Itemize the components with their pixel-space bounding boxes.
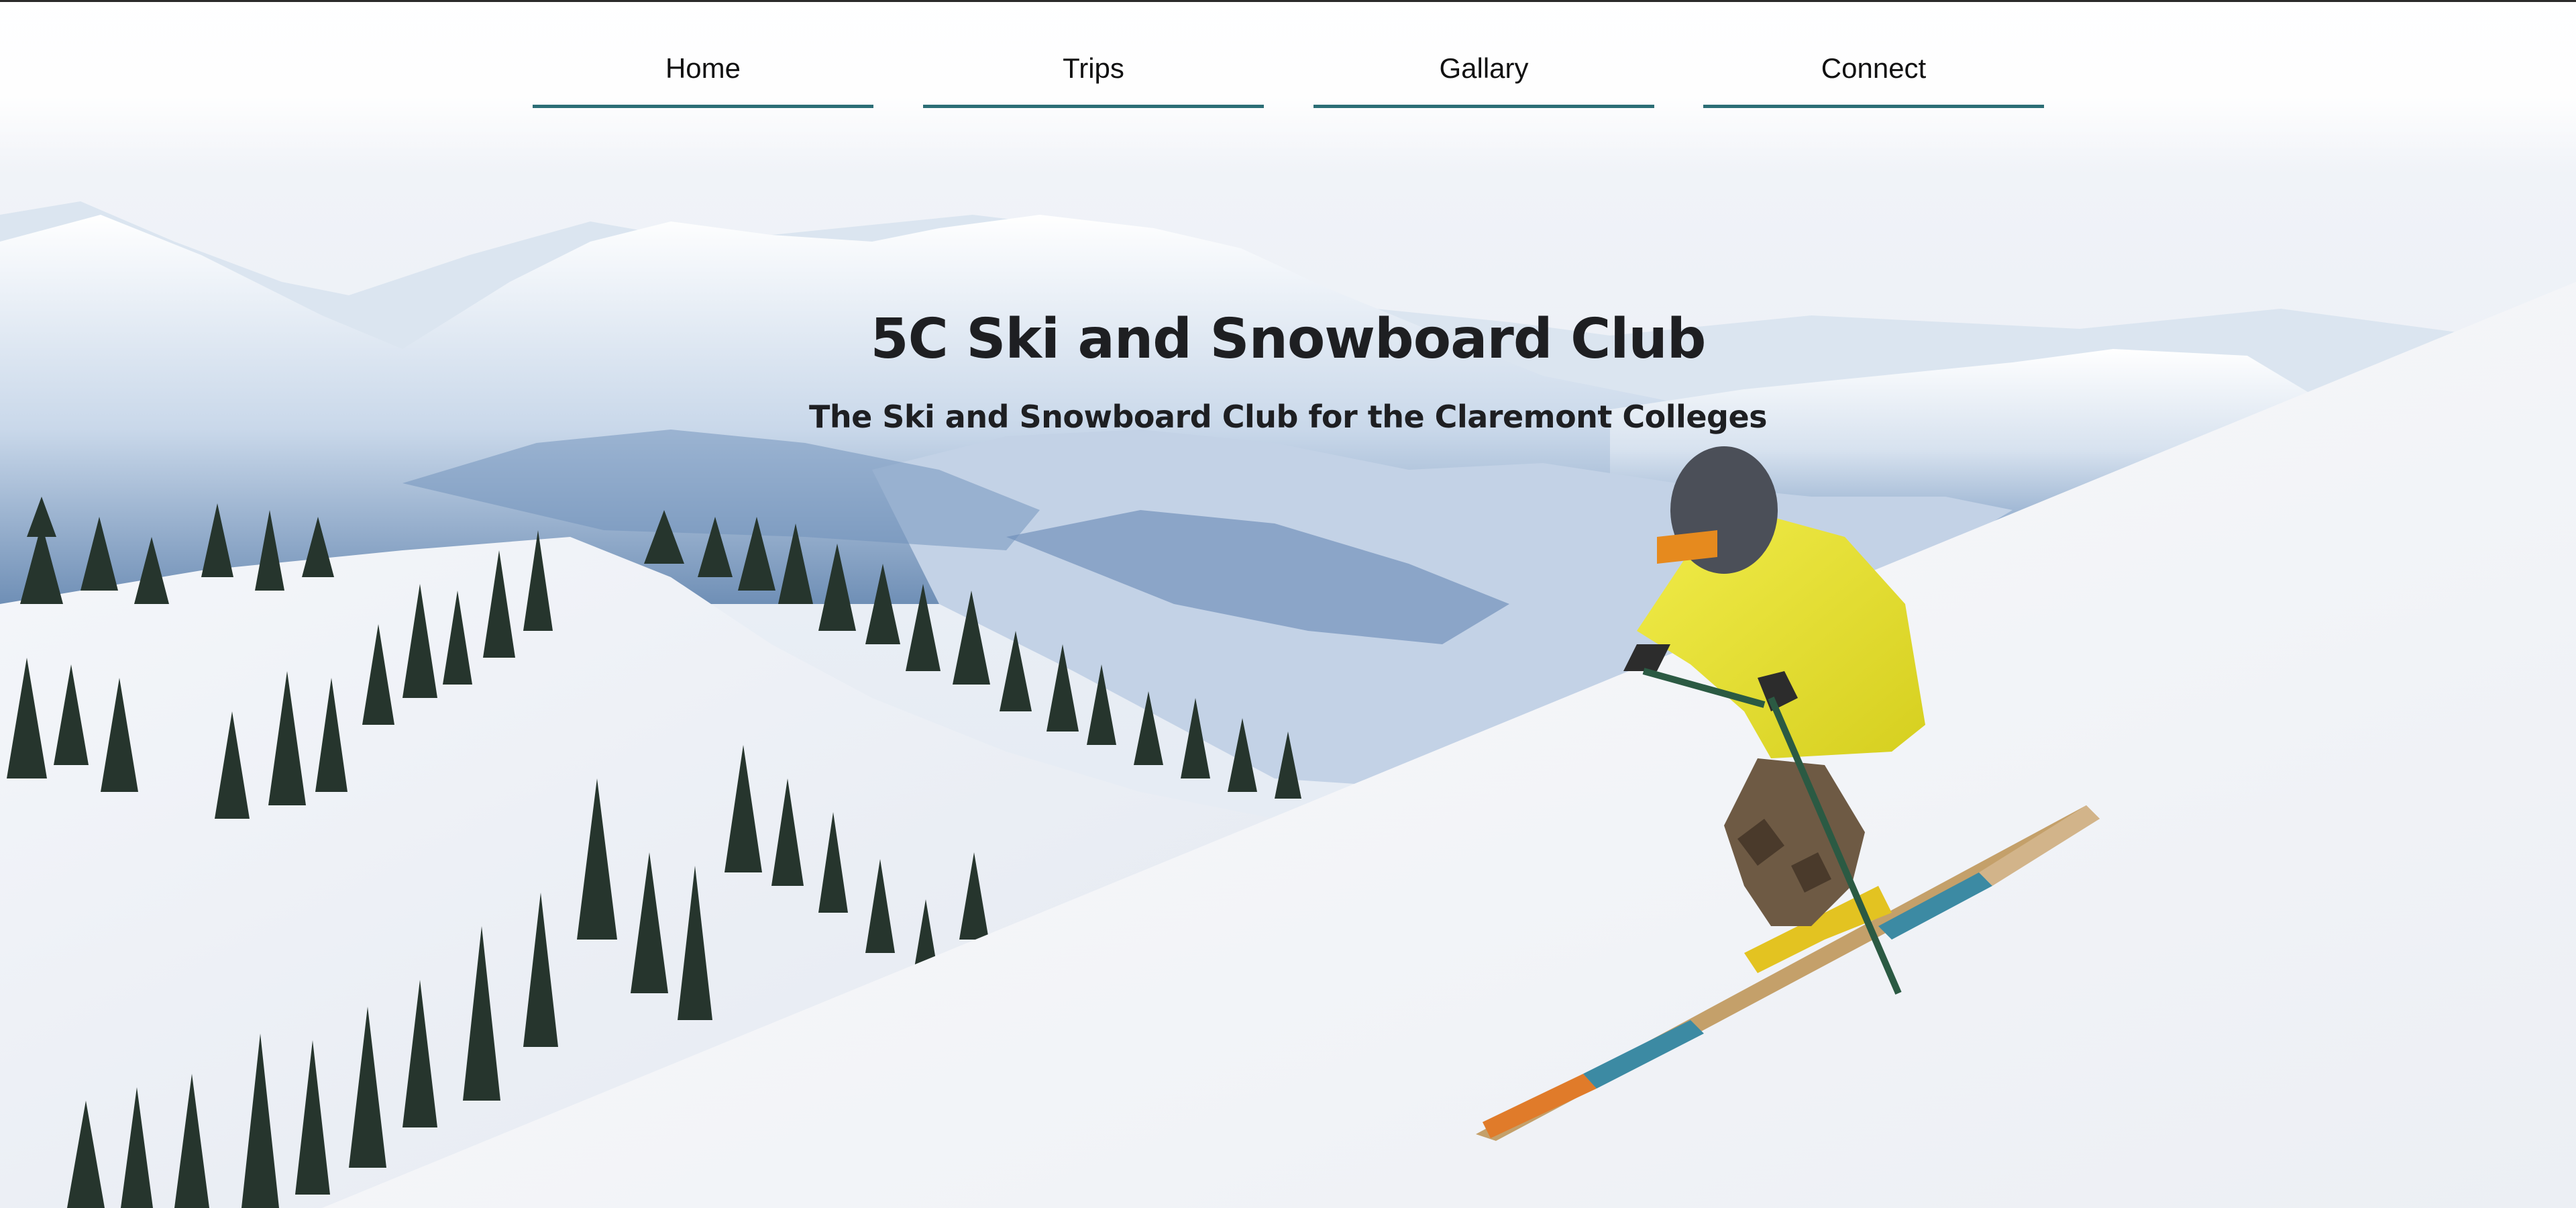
hero-subtitle: The Ski and Snowboard Club for the Clare… <box>808 399 1768 435</box>
nav-gallary[interactable]: Gallary <box>1313 40 1654 108</box>
nav-home[interactable]: Home <box>533 40 873 108</box>
hero-background-image <box>0 0 2576 1208</box>
nav-connect-label: Connect <box>1821 52 1927 84</box>
nav-home-label: Home <box>665 52 741 84</box>
nav-connect[interactable]: Connect <box>1703 40 2044 108</box>
top-border <box>0 0 2576 2</box>
nav-trips[interactable]: Trips <box>923 40 1264 108</box>
nav-trips-label: Trips <box>1063 52 1124 84</box>
nav-gallary-label: Gallary <box>1439 52 1529 84</box>
hero-title: 5C Ski and Snowboard Club <box>870 307 1707 371</box>
main-nav: Home Trips Gallary Connect <box>0 40 2576 108</box>
